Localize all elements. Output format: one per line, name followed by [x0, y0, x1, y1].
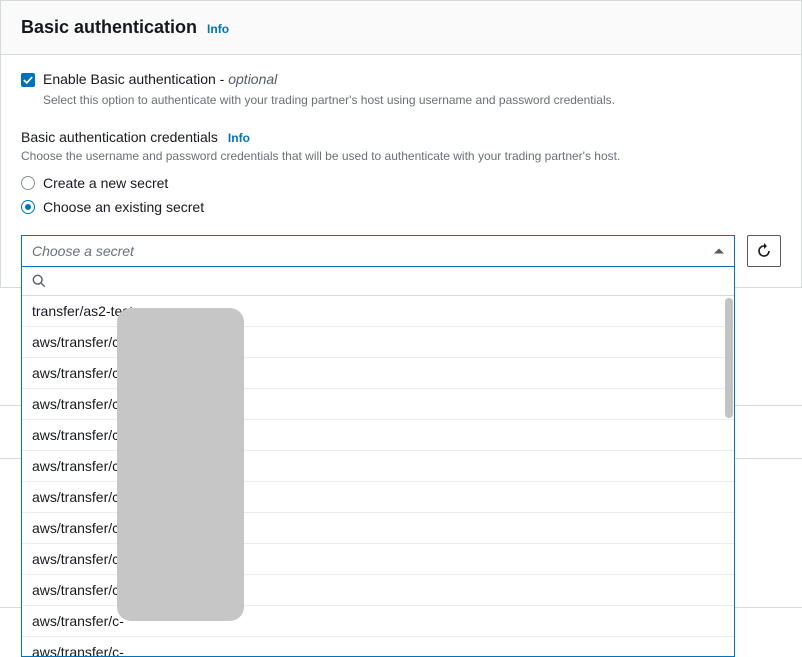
secret-select-trigger[interactable]: Choose a secret	[21, 235, 735, 267]
refresh-button[interactable]	[747, 235, 781, 267]
list-item[interactable]: aws/transfer/c-	[22, 358, 734, 389]
enable-label-prefix: Enable Basic authentication -	[43, 71, 228, 87]
panel-body: Enable Basic authentication - optional S…	[1, 55, 801, 287]
radio-create-label: Create a new secret	[43, 175, 168, 191]
panel-title: Basic authentication	[21, 17, 197, 38]
secret-dropdown: transfer/as2-test aws/transfer/c-9 aws/t…	[21, 267, 735, 657]
enable-checkbox-row: Enable Basic authentication - optional	[21, 71, 781, 87]
radio-existing-label: Choose an existing secret	[43, 199, 204, 215]
scrollbar-track[interactable]	[724, 296, 734, 656]
list-item[interactable]: aws/transfer/c-	[22, 606, 734, 637]
list-item[interactable]: aws/transfer/c-	[22, 451, 734, 482]
radio-existing-input[interactable]	[21, 200, 35, 214]
list-item[interactable]: aws/transfer/c-	[22, 482, 734, 513]
caret-up-icon	[714, 249, 724, 254]
credentials-label: Basic authentication credentials	[21, 129, 218, 145]
list-item[interactable]: aws/transfer/c-	[22, 637, 734, 656]
list-item[interactable]: aws/transfer/c-9	[22, 327, 734, 358]
radio-create-input[interactable]	[21, 176, 35, 190]
list-item[interactable]: aws/transfer/c-	[22, 513, 734, 544]
panel-header: Basic authentication Info	[1, 1, 801, 55]
basic-auth-panel: Basic authentication Info Enable Basic a…	[0, 0, 802, 288]
select-refresh-row: Choose a secret transfer/as2-test aws/tr…	[21, 235, 781, 267]
dropdown-search-row	[22, 267, 734, 296]
scrollbar-thumb[interactable]	[725, 298, 733, 418]
enable-helper: Select this option to authenticate with …	[43, 91, 781, 109]
search-icon	[32, 274, 46, 288]
check-icon	[23, 75, 33, 85]
list-item[interactable]: aws/transfer/c-	[22, 420, 734, 451]
list-item[interactable]: aws/transfer/c-	[22, 544, 734, 575]
credentials-label-row: Basic authentication credentials Info	[21, 129, 781, 145]
secret-select-placeholder: Choose a secret	[32, 243, 134, 259]
radio-create-secret[interactable]: Create a new secret	[21, 175, 781, 191]
list-item[interactable]: aws/transfer/c-	[22, 575, 734, 606]
enable-checkbox[interactable]	[21, 73, 35, 87]
panel-info-link[interactable]: Info	[207, 22, 229, 36]
credentials-info-link[interactable]: Info	[228, 131, 250, 145]
refresh-icon	[756, 243, 772, 259]
enable-label: Enable Basic authentication - optional	[43, 71, 277, 87]
list-item[interactable]: transfer/as2-test	[22, 296, 734, 327]
credentials-helper: Choose the username and password credent…	[21, 147, 781, 165]
radio-existing-secret[interactable]: Choose an existing secret	[21, 199, 781, 215]
dropdown-list[interactable]: transfer/as2-test aws/transfer/c-9 aws/t…	[22, 296, 734, 656]
enable-optional-tag: optional	[228, 71, 277, 87]
list-item[interactable]: aws/transfer/c-	[22, 389, 734, 420]
dropdown-search-input[interactable]	[52, 273, 724, 289]
secret-select-wrapper: Choose a secret transfer/as2-test aws/tr…	[21, 235, 735, 267]
